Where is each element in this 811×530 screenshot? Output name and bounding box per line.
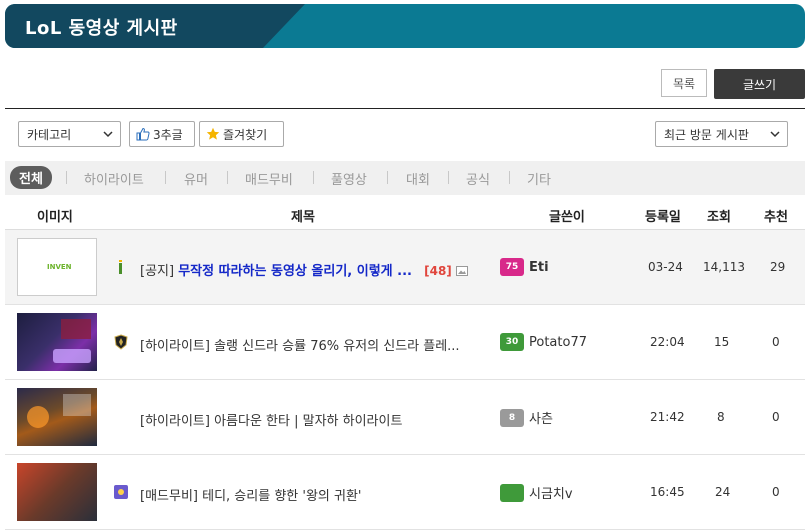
recommend-filter-label: 3추글 <box>153 127 183 142</box>
comment-count[interactable]: [48] <box>424 264 452 278</box>
level-badge: 75 <box>500 258 524 276</box>
post-date: 22:04 <box>650 335 685 349</box>
inven-logo: INVEN <box>47 263 72 271</box>
post-date: 16:45 <box>650 485 685 499</box>
level-badge: 8 <box>500 408 524 427</box>
table-row[interactable]: [하이라이트] 솔랭 신드라 승률 76% 유저의 신드라 플레... 30 P… <box>5 305 805 380</box>
view-count: 14,113 <box>703 260 745 274</box>
post-title: [매드무비] 테디, 승리를 향한 '왕의 귀환' <box>140 489 362 504</box>
filter-bar: 카테고리 3추글 즐겨찾기 최근 방문 게시판 <box>5 109 805 161</box>
board-title: LoL 동영상 게시판 <box>25 18 178 39</box>
favorites-button[interactable]: 즐겨찾기 <box>199 121 284 147</box>
favorites-label: 즐겨찾기 <box>223 127 268 142</box>
post-date: 03-24 <box>648 260 683 274</box>
tab-madmovie[interactable]: 매드무비 <box>245 169 293 188</box>
post-title-link[interactable]: [공지] 무작정 따라하는 동영상 올리기, 이렇게 ... [48] <box>140 260 468 279</box>
view-count: 15 <box>714 335 730 349</box>
author[interactable]: 75 Eti <box>500 258 549 276</box>
author[interactable]: 30 Potato77 <box>500 333 587 351</box>
tab-separator <box>313 171 314 184</box>
column-header-views: 조회 <box>707 210 731 225</box>
tab-full-video[interactable]: 풀영상 <box>331 169 367 188</box>
highlight-emblem-icon <box>114 334 128 350</box>
chevron-down-icon <box>770 131 780 138</box>
tab-official[interactable]: 공식 <box>466 169 490 188</box>
notice-icon <box>119 260 122 274</box>
write-button[interactable]: 글쓰기 <box>714 69 805 99</box>
video-thumbnail[interactable] <box>17 313 97 371</box>
level-number: 75 <box>505 262 519 272</box>
post-date: 21:42 <box>650 410 685 424</box>
column-header-recommends: 추천 <box>764 210 788 225</box>
post-title: 무작정 따라하는 동영상 올리기, 이렇게 ... <box>178 264 412 279</box>
author[interactable]: 시금치v <box>500 483 573 502</box>
level-badge: 30 <box>500 333 524 351</box>
category-select-label: 카테고리 <box>27 127 72 142</box>
tab-etc[interactable]: 기타 <box>527 169 551 188</box>
post-title-link[interactable]: [하이라이트] 아름다운 한타 | 말자하 하이라이트 <box>140 410 402 429</box>
image-attachment-icon <box>455 266 468 276</box>
recommend-count: 0 <box>772 335 780 349</box>
tab-tournament[interactable]: 대회 <box>406 169 430 188</box>
recommend-count: 0 <box>772 485 780 499</box>
table-row[interactable]: [매드무비] 테디, 승리를 향한 '왕의 귀환' 시금치v 16:45 24 … <box>5 455 805 530</box>
madmovie-icon <box>114 485 128 499</box>
table-row[interactable]: INVEN [공지] 무작정 따라하는 동영상 올리기, 이렇게 ... [48… <box>5 230 805 305</box>
category-select[interactable]: 카테고리 <box>18 121 121 147</box>
column-header-title: 제목 <box>291 210 315 225</box>
author-name: 사츤 <box>529 412 553 427</box>
thumbnail-caption <box>53 349 91 363</box>
post-title-link[interactable]: [매드무비] 테디, 승리를 향한 '왕의 귀환' <box>140 485 362 504</box>
tab-humor[interactable]: 유머 <box>184 169 208 188</box>
tab-highlight[interactable]: 하이라이트 <box>84 169 144 188</box>
post-title: [하이라이트] 아름다운 한타 | 말자하 하이라이트 <box>140 414 403 429</box>
chevron-down-icon <box>103 131 113 138</box>
thumbs-up-icon <box>136 127 150 141</box>
post-title: [하이라이트] 솔랭 신드라 승률 76% 유저의 신드라 플레... <box>140 339 460 354</box>
board-header-banner: LoL 동영상 게시판 <box>5 4 805 48</box>
video-thumbnail[interactable] <box>17 463 97 521</box>
level-number: 30 <box>505 337 519 347</box>
notice-tag: [공지] <box>140 264 175 279</box>
author-name: Potato77 <box>529 334 587 350</box>
level-number: 8 <box>508 412 516 423</box>
tab-all[interactable]: 전체 <box>10 166 52 189</box>
tab-separator <box>448 171 449 184</box>
author[interactable]: 8 사츤 <box>500 408 553 427</box>
tab-separator <box>165 171 166 184</box>
thumbnail-caption <box>63 394 91 416</box>
view-count: 24 <box>715 485 731 499</box>
post-title-link[interactable]: [하이라이트] 솔랭 신드라 승률 76% 유저의 신드라 플레... <box>140 335 460 354</box>
table-row[interactable]: [하이라이트] 아름다운 한타 | 말자하 하이라이트 8 사츤 21:42 8… <box>5 380 805 455</box>
view-count: 8 <box>717 410 725 424</box>
video-thumbnail[interactable] <box>17 388 97 446</box>
tab-separator <box>509 171 510 184</box>
column-header-author: 글쓴이 <box>549 210 585 225</box>
tab-separator <box>387 171 388 184</box>
recommend-count: 0 <box>772 410 780 424</box>
author-name: 시금치v <box>529 487 573 502</box>
video-thumbnail[interactable]: INVEN <box>17 238 97 296</box>
tab-separator <box>227 171 228 184</box>
thumbnail-overlay <box>27 406 49 428</box>
category-tabs: 전체 하이라이트 유머 매드무비 풀영상 대회 공식 기타 <box>5 161 805 195</box>
column-header-image: 이미지 <box>37 210 73 225</box>
thumbnail-overlay <box>61 319 91 339</box>
recent-boards-label: 최근 방문 게시판 <box>664 127 749 142</box>
star-icon <box>206 127 220 140</box>
author-name: Eti <box>529 259 549 275</box>
recommend-count: 29 <box>770 260 786 274</box>
tab-separator <box>66 171 67 184</box>
column-header-date: 등록일 <box>645 210 681 225</box>
recent-boards-select[interactable]: 최근 방문 게시판 <box>655 121 788 147</box>
recommend-filter-button[interactable]: 3추글 <box>129 121 195 147</box>
list-button[interactable]: 목록 <box>661 69 707 97</box>
level-badge <box>500 483 524 502</box>
